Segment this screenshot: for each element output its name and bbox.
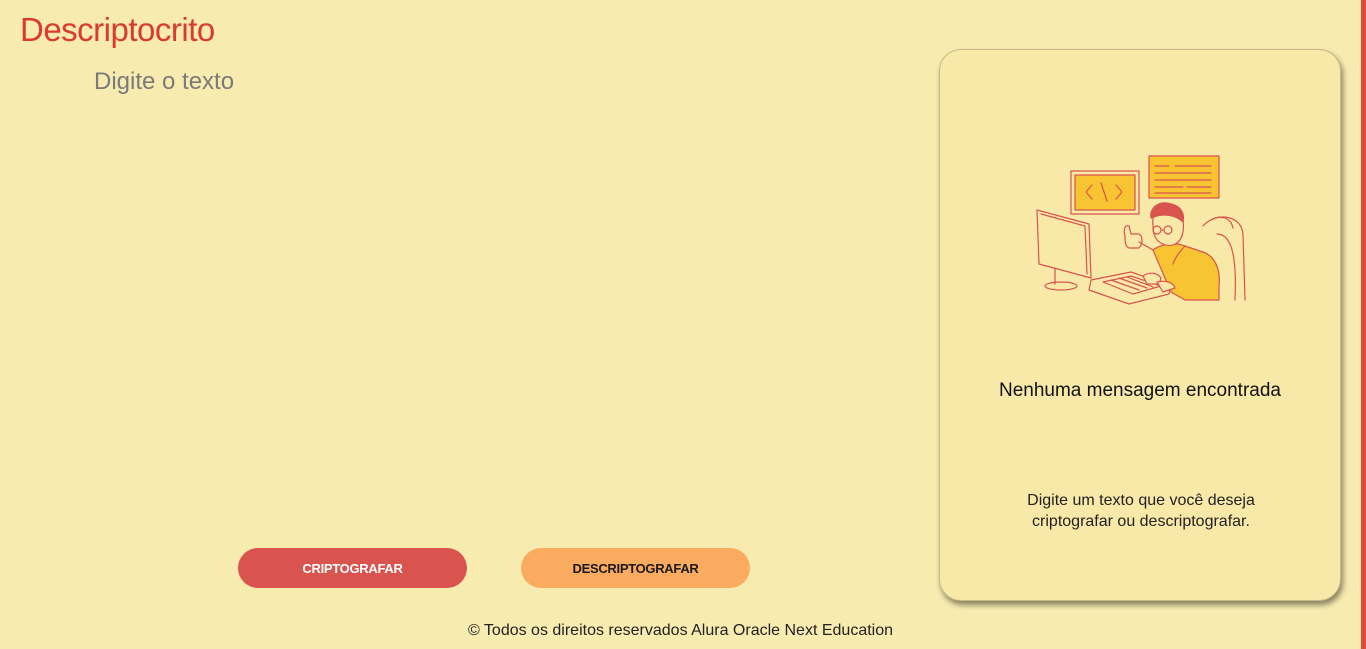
- output-card: Nenhuma mensagem encontrada Digite um te…: [939, 49, 1341, 601]
- decrypt-button-label: DESCRIPTOGRAFAR: [572, 560, 699, 576]
- logo-title: Descriptocrito: [20, 11, 215, 48]
- card-description: Digite um texto que você deseja criptogr…: [1027, 492, 1255, 530]
- person-coding-illustration: [1036, 155, 1246, 305]
- encrypt-button-label: CRIPTOGRAFAR: [302, 560, 403, 576]
- text-input[interactable]: [90, 64, 918, 532]
- footer-copyright: © Todos os direitos reservados Alura Ora…: [467, 622, 894, 639]
- right-edge-bar: [1361, 0, 1366, 649]
- card-title: Nenhuma mensagem encontrada: [998, 380, 1281, 401]
- encrypt-button[interactable]: CRIPTOGRAFAR: [238, 548, 467, 588]
- decrypt-button[interactable]: DESCRIPTOGRAFAR: [521, 548, 750, 588]
